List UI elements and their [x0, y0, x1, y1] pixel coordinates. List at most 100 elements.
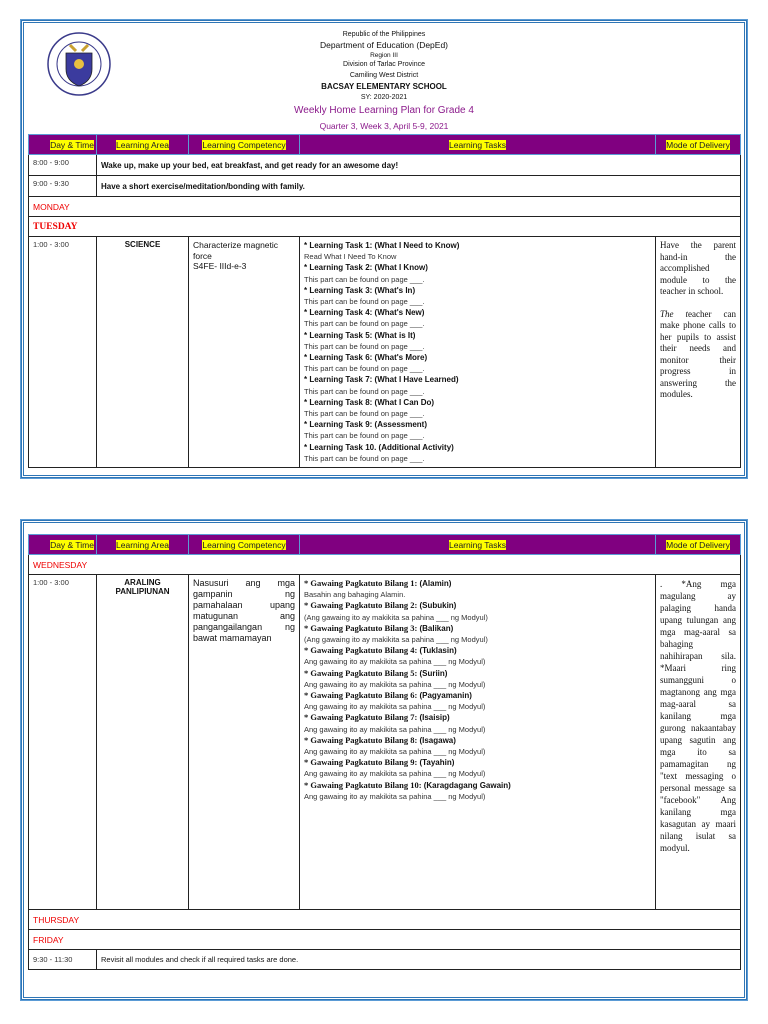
header-district: Camiling West District — [349, 72, 419, 79]
table-row: 9:00 - 9:30 Have a short exercise/meditat… — [28, 175, 741, 197]
task-item: * Gawaing Pagkatuto Bilang 10: (Karagdag… — [304, 780, 651, 791]
task-item: * Gawaing Pagkatuto Bilang 4: (Tuklasin) — [304, 645, 651, 656]
school-name: BACSAY ELEMENTARY SCHOOL — [321, 82, 447, 91]
task-note: Basahin ang bahaging Alamin. — [304, 590, 406, 600]
task-title: * Learning Task 6: (What's More) — [304, 353, 428, 363]
document-title: Weekly Home Learning Plan for Grade 4 — [294, 105, 474, 116]
task-item: * Learning Task 3: (What's In) — [304, 285, 651, 296]
task-item: * Gawaing Pagkatuto Bilang 1: (Alamin) — [304, 578, 651, 589]
task-item: * Learning Task 10. (Additional Activity… — [304, 442, 651, 453]
table-row-araling-panlipunan: 1:00 - 3:00 ARALING PANLIPIUNAN Nasusuri… — [28, 574, 741, 910]
task-item: * Gawaing Pagkatuto Bilang 8: (Isagawa) — [304, 735, 651, 746]
time-cell: 8:00 - 9:00 — [28, 154, 97, 176]
task-note: This part can be found on page ___. — [304, 431, 425, 441]
day-label: THURSDAY — [28, 909, 741, 930]
task-title: * Gawaing Pagkatuto Bilang 5: — [304, 667, 418, 678]
task-note: Ang gawaing ito ay makikita sa pahina __… — [304, 724, 486, 734]
task-subtitle: (Subukin) — [419, 601, 457, 611]
time-cell: 9:30 - 11:30 — [28, 949, 97, 970]
task-note: This part can be found on page ___. — [304, 364, 425, 374]
plan-table-1: Day & Time Learning Area Learning Compet… — [28, 134, 741, 469]
time-cell: 1:00 - 3:00 — [28, 235, 97, 469]
task-note: Ang gawaing ito ay makikita sa pahina __… — [304, 702, 486, 712]
col-learning-tasks: Learning Tasks — [299, 134, 656, 155]
task-title: * Learning Task 4: (What's New) — [304, 308, 425, 318]
task-title: * Learning Task 3: (What's In) — [304, 285, 416, 295]
task-title: * Learning Task 9: (Assessment) — [304, 420, 428, 430]
mode-of-delivery-cell: Have the parent hand-in the accomplished… — [655, 235, 741, 469]
col-learning-tasks: Learning Tasks — [299, 534, 656, 555]
task-subtitle: (Isagawa) — [419, 735, 456, 745]
task-item: * Learning Task 1: (What I Need to Know) — [304, 240, 651, 251]
task-item: * Learning Task 5: (What is It) — [304, 330, 651, 341]
table-row: 8:00 - 9:00 Wake up, make up your bed, ea… — [28, 154, 741, 176]
task-subtitle: (Tuklasin) — [419, 646, 457, 656]
task-item: * Gawaing Pagkatuto Bilang 5: (Suriin) — [304, 668, 651, 679]
task-title: * Gawaing Pagkatuto Bilang 7: — [304, 712, 418, 723]
task-note: This part can be found on page ___. — [304, 319, 425, 329]
day-row-thursday: THURSDAY — [28, 909, 741, 930]
task-title: * Learning Task 10. (Additional Activity… — [304, 442, 454, 452]
task-item: * Gawaing Pagkatuto Bilang 3: (Balikan) — [304, 623, 651, 634]
day-label: TUESDAY — [28, 216, 741, 237]
day-row-wednesday: WEDNESDAY — [28, 554, 741, 575]
learning-tasks-cell: * Gawaing Pagkatuto Bilang 1: (Alamin) Ba… — [299, 574, 656, 910]
table-header-row: Day & Time Learning Area Learning Compet… — [28, 134, 741, 155]
task-item: * Learning Task 4: (What's New) — [304, 307, 651, 318]
document-subtitle: Quarter 3, Week 3, April 5-9, 2021 — [319, 121, 449, 131]
col-learning-area: Learning Area — [96, 134, 189, 155]
mode-of-delivery-cell: . *Ang mga magulang ay palaging handa up… — [655, 574, 741, 910]
learning-area-cell: SCIENCE — [96, 235, 189, 469]
task-subtitle: (Balikan) — [419, 623, 454, 633]
task-note: Read What I Need To Know — [304, 252, 397, 262]
task-title: * Learning Task 1: (What I Need to Know) — [304, 241, 460, 250]
col-day-time: Day & Time — [28, 134, 97, 155]
task-title: * Gawaing Pagkatuto Bilang 9: — [304, 757, 418, 768]
task-note: (Ang gawaing ito ay makikita sa pahina _… — [304, 635, 488, 645]
task-title: * Gawaing Pagkatuto Bilang 8: — [304, 734, 418, 745]
competency-cell: Nasusuri ang mga gampanin ng pamahalaan … — [188, 574, 300, 910]
task-title: * Learning Task 8: (What I Can Do) — [304, 397, 435, 407]
col-learning-area: Learning Area — [96, 534, 189, 555]
header-division: Division of Tarlac Province — [343, 61, 425, 68]
task-subtitle: (Suriin) — [419, 668, 448, 678]
task-item: * Gawaing Pagkatuto Bilang 9: (Tayahin) — [304, 757, 651, 768]
col-mode-of-delivery: Mode of Delivery — [655, 134, 741, 155]
competency-code: S4FE- IIId-e-3 — [193, 261, 247, 271]
col-learning-competency: Learning Competency — [188, 134, 300, 155]
header-deped: Department of Education (DepEd) — [319, 40, 449, 50]
time-cell: 1:00 - 3:00 — [28, 574, 97, 910]
task-title: * Gawaing Pagkatuto Bilang 10: — [304, 779, 422, 790]
task-subtitle: (Pagyamanin) — [419, 691, 472, 701]
task-title: * Gawaing Pagkatuto Bilang 1: — [304, 578, 418, 588]
col-learning-competency: Learning Competency — [188, 534, 300, 555]
task-subtitle: (Alamin) — [419, 579, 452, 588]
task-note: (Ang gawaing ito ay makikita sa pahina _… — [304, 612, 488, 622]
task-item: * Learning Task 9: (Assessment) — [304, 419, 651, 430]
time-cell: 9:00 - 9:30 — [28, 175, 97, 197]
table-header-row: Day & Time Learning Area Learning Compet… — [28, 534, 741, 555]
day-label: MONDAY — [28, 196, 741, 217]
activity-cell: Wake up, make up your bed, eat breakfast… — [96, 154, 741, 176]
task-item: * Learning Task 6: (What's More) — [304, 352, 651, 363]
header-republic: Republic of the Philippines — [342, 31, 426, 38]
day-row-monday: MONDAY — [28, 196, 741, 217]
task-note: Ang gawaing ito ay makikita sa pahina __… — [304, 679, 486, 689]
task-subtitle: (Tayahin) — [419, 758, 455, 768]
day-row-friday: FRIDAY — [28, 929, 741, 950]
task-subtitle: (Isaisip) — [419, 713, 450, 723]
header-region: Region III — [370, 52, 398, 59]
day-row-tuesday: TUESDAY — [28, 216, 741, 237]
table-row: 9:30 - 11:30 Revisit all modules and chec… — [28, 949, 741, 970]
task-item: * Gawaing Pagkatuto Bilang 2: (Subukin) — [304, 600, 651, 611]
task-title: * Learning Task 7: (What I Have Learned) — [304, 375, 459, 385]
task-note: Ang gawaing ito ay makikita sa pahina __… — [304, 769, 486, 779]
page-2: Day & Time Learning Area Learning Compet… — [20, 519, 748, 1001]
task-title: * Learning Task 2: (What I Know) — [304, 263, 428, 273]
task-title: * Gawaing Pagkatuto Bilang 4: — [304, 645, 418, 656]
task-note: This part can be found on page ___. — [304, 341, 425, 351]
activity-cell: Revisit all modules and check if all req… — [96, 949, 741, 970]
mode-text: Have the parent hand-in the accomplished… — [660, 240, 736, 296]
day-label: WEDNESDAY — [28, 554, 741, 575]
learning-area-cell: ARALING PANLIPIUNAN — [96, 574, 189, 910]
